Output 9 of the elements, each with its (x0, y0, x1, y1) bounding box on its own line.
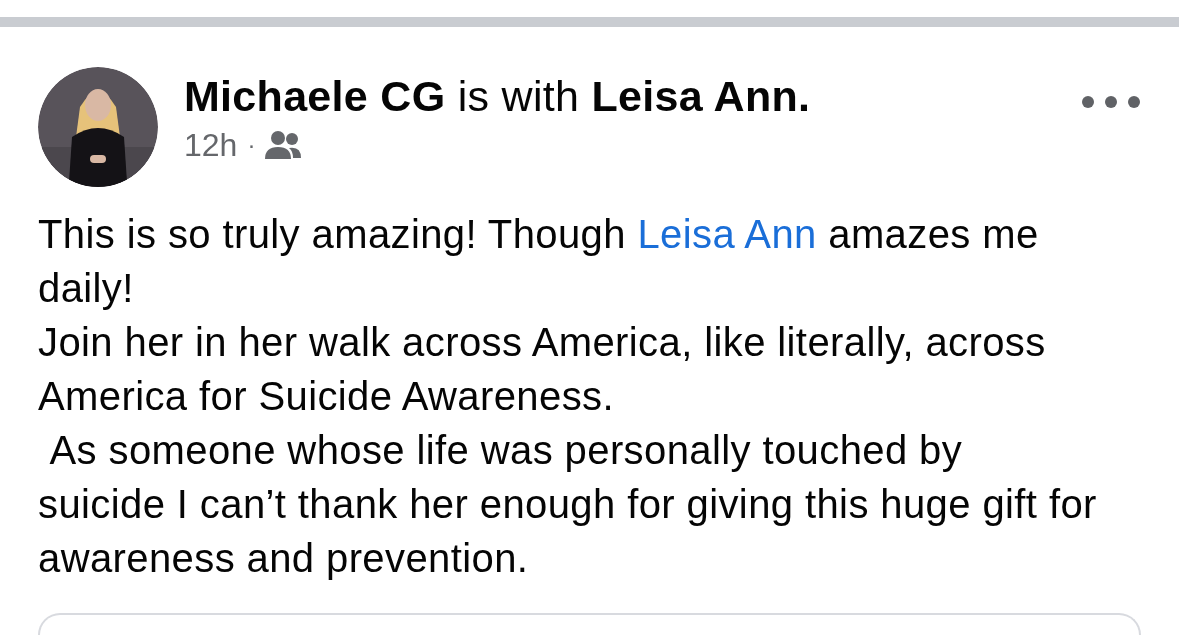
post-time[interactable]: 12h (184, 125, 238, 165)
post-text: This is so truly amazing! Though Leisa Ann amazes me daily! (38, 211, 1040, 312)
post-text: As someone whose life was personally touched by suicide I can’t thank her enough for giving this huge gift for awareness and prevention. (38, 427, 1098, 582)
more-icon[interactable] (1081, 95, 1141, 109)
post-text: Join her in her walk across America, like literally, across America for Suicide Awareness. (38, 319, 1047, 420)
post-header-text: Michaele CG is with Leisa Ann. (184, 71, 811, 121)
people-icon[interactable] (265, 129, 302, 161)
tagged-name-link[interactable]: Leisa Ann (637, 212, 817, 256)
separator-dot: · (247, 131, 256, 159)
